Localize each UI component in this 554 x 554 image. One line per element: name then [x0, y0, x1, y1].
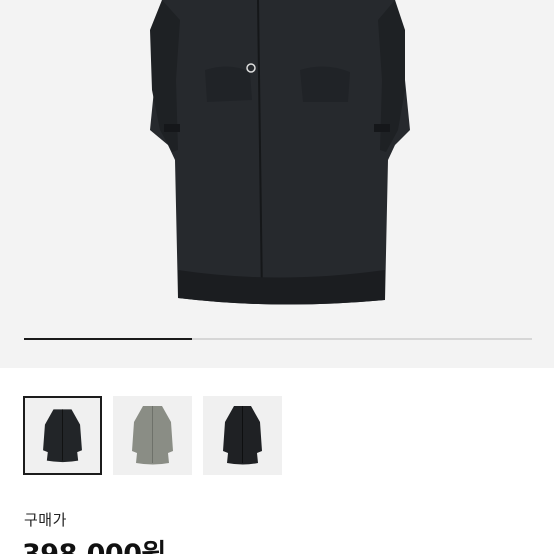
- gallery-progress-track: [24, 338, 532, 340]
- thumbnail-black-coat[interactable]: [23, 396, 102, 475]
- gallery-progress-fill: [24, 338, 192, 340]
- coat-thumbnail-icon: [43, 409, 82, 463]
- coat-illustration: [150, 0, 410, 305]
- product-main-image[interactable]: [0, 0, 554, 368]
- thumbnail-grey-coat[interactable]: [113, 396, 192, 475]
- price-label: 구매가: [24, 511, 67, 529]
- coat-thumbnail-icon: [132, 406, 173, 465]
- coat-thumbnail-icon: [223, 406, 262, 465]
- product-page: 구매가 398,000원: [0, 0, 554, 554]
- price-value: 398,000원: [22, 532, 166, 554]
- thumbnail-black-coat-alt[interactable]: [203, 396, 282, 475]
- thumbnail-strip: [23, 396, 282, 475]
